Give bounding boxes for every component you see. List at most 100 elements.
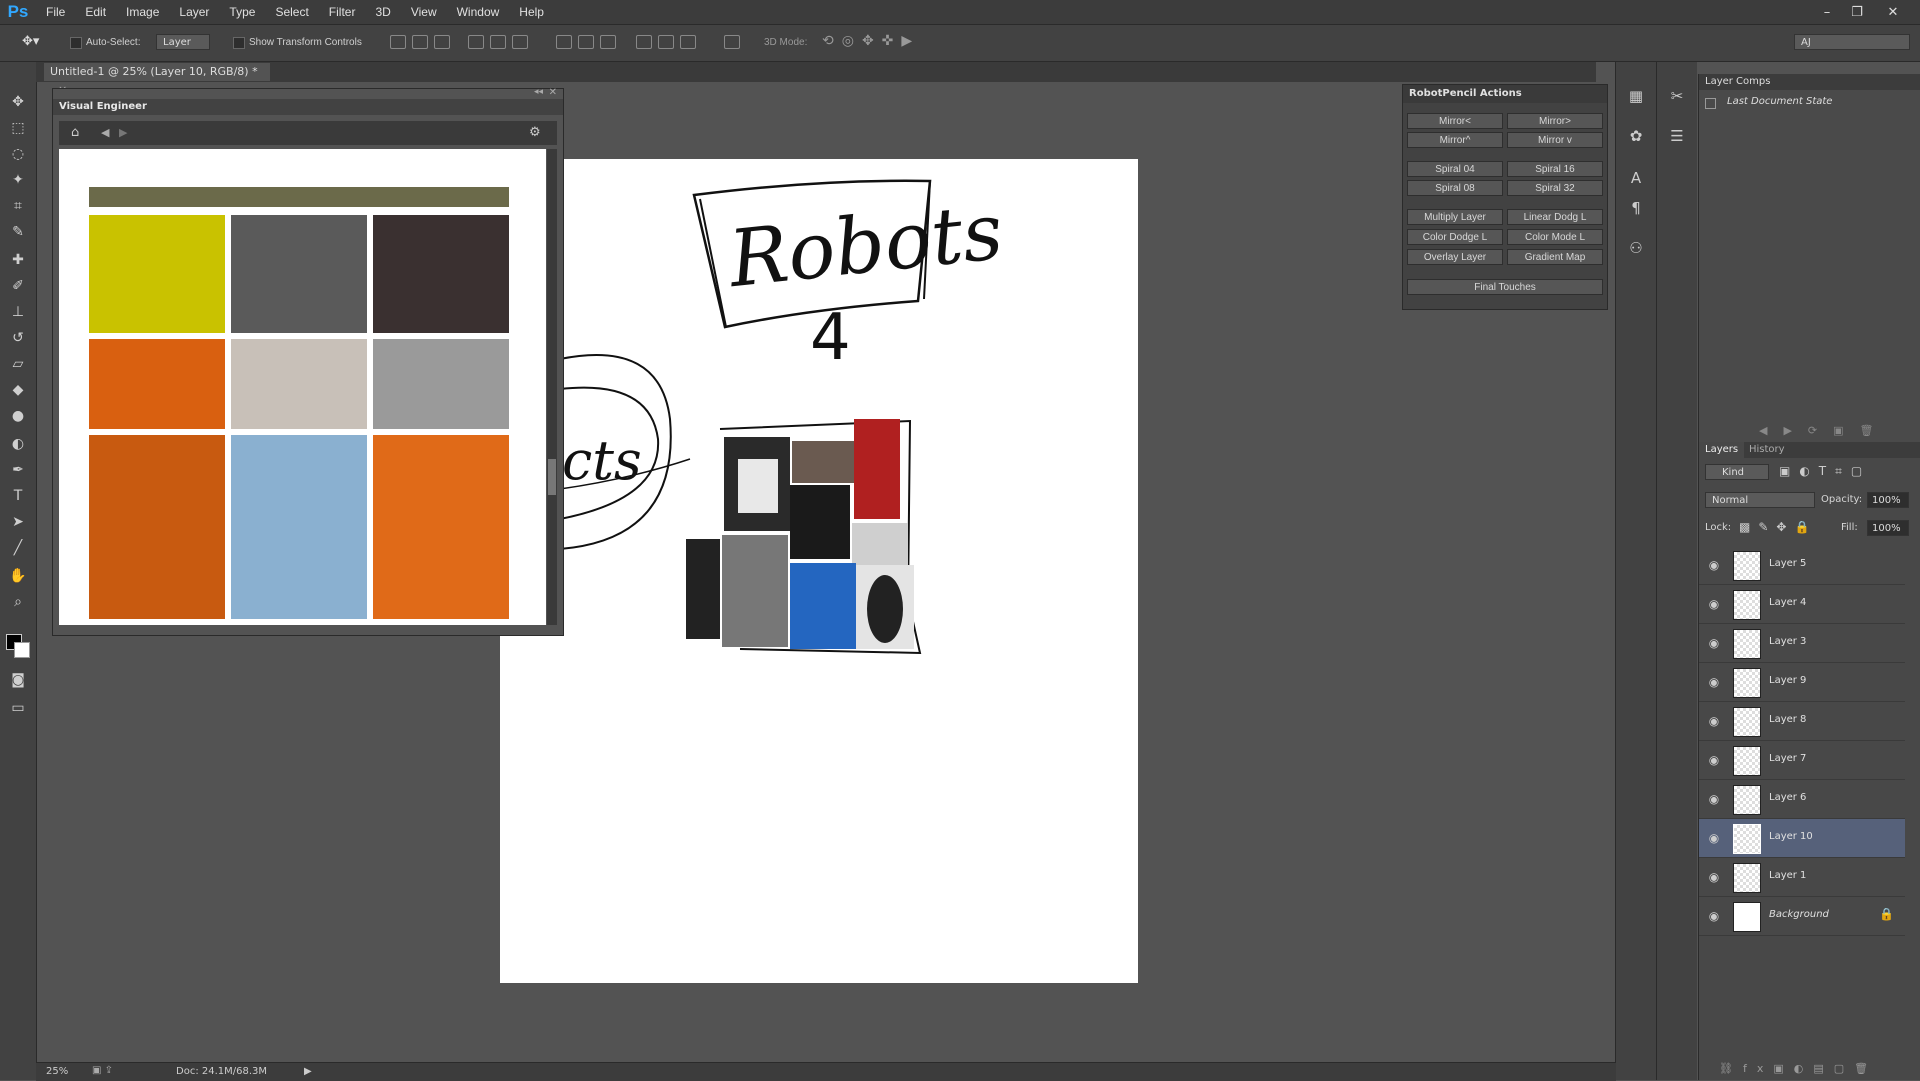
lasso-tool-icon[interactable]: ◌ (8, 144, 28, 164)
layer-row[interactable]: ◉ Layer 5 (1699, 546, 1905, 585)
last-document-state[interactable]: Last Document State (1727, 96, 1832, 107)
layer-row[interactable]: ◉ Layer 8 (1699, 702, 1905, 741)
layer-filter-icons[interactable]: ▣◐T⌗▢ (1779, 464, 1871, 479)
action-mirror-down-button[interactable]: Mirror v (1507, 132, 1603, 148)
close-panel-icon[interactable]: ✕ (549, 87, 557, 98)
action-linear-dodge-button[interactable]: Linear Dodg L (1507, 209, 1603, 225)
workspace-dropdown[interactable]: AJ (1794, 34, 1910, 50)
distribute-bottom-icon[interactable] (600, 35, 616, 49)
layer-row[interactable]: ◉ Layer 7 (1699, 741, 1905, 780)
paint-bucket-icon[interactable]: ◆ (8, 380, 28, 400)
restore-button[interactable]: ❐ (1842, 0, 1872, 24)
adjustments-icon[interactable]: ☰ (1667, 126, 1687, 146)
marquee-tool-icon[interactable]: ⬚ (8, 118, 28, 138)
gallery-image[interactable] (89, 339, 225, 429)
lock-icons[interactable]: ▩✎✥🔒 (1739, 520, 1817, 534)
magic-wand-icon[interactable]: ✦ (8, 170, 28, 190)
layer-row[interactable]: ◉ Layer 4 (1699, 585, 1905, 624)
move-tool-icon[interactable]: ✥▾ (22, 34, 39, 49)
history-brush-icon[interactable]: ↺ (8, 328, 28, 348)
gallery-scrollbar[interactable] (547, 149, 557, 625)
gallery-image[interactable] (373, 339, 509, 429)
action-spiral-04-button[interactable]: Spiral 04 (1407, 161, 1503, 177)
action-mirror-up-button[interactable]: Mirror^ (1407, 132, 1503, 148)
status-menu-arrow-icon[interactable]: ▶ (304, 1066, 312, 1077)
menu-3d[interactable]: 3D (365, 5, 400, 19)
align-left-icon[interactable] (468, 35, 484, 49)
layer-row[interactable]: ◉ Layer 9 (1699, 663, 1905, 702)
action-spiral-08-button[interactable]: Spiral 08 (1407, 180, 1503, 196)
document-tab[interactable]: Untitled-1 @ 25% (Layer 10, RGB/8) * × (44, 63, 270, 96)
type-tool-icon[interactable]: T (8, 486, 28, 506)
visibility-eye-icon[interactable]: ◉ (1705, 751, 1723, 769)
clone-stamp-icon[interactable]: ⊥ (8, 302, 28, 322)
tab-layers[interactable]: Layers (1699, 442, 1745, 458)
layer-comp-checkbox[interactable] (1705, 98, 1716, 109)
gallery-image[interactable] (231, 435, 367, 619)
gallery-image[interactable] (89, 435, 225, 619)
quick-mask-icon[interactable]: ◙ (8, 670, 28, 690)
fill-input[interactable]: 100% (1867, 520, 1909, 536)
background-color-swatch[interactable] (14, 642, 30, 658)
settings-icon[interactable]: ⚙ (529, 125, 541, 140)
blend-mode-dropdown[interactable]: Normal (1705, 492, 1815, 508)
collapse-panel-icon[interactable]: ◂◂ (534, 87, 543, 97)
show-transform-checkbox[interactable] (233, 37, 245, 49)
dodge-tool-icon[interactable]: ◐ (8, 434, 28, 454)
tools-icon[interactable]: ✂ (1667, 86, 1687, 106)
tool-presets-icon[interactable]: ⚇ (1626, 238, 1646, 258)
gallery-image[interactable] (231, 215, 367, 333)
eraser-icon[interactable]: ▱ (8, 354, 28, 374)
minimize-button[interactable]: – (1812, 0, 1842, 24)
action-overlay-layer-button[interactable]: Overlay Layer (1407, 249, 1503, 265)
menu-window[interactable]: Window (447, 5, 510, 19)
crop-tool-icon[interactable]: ⌗ (8, 196, 28, 216)
action-gradient-map-button[interactable]: Gradient Map (1507, 249, 1603, 265)
eyedropper-icon[interactable]: ✎ (8, 222, 28, 242)
action-final-touches-button[interactable]: Final Touches (1407, 279, 1603, 295)
layer-select-dropdown[interactable]: Layer (156, 34, 210, 50)
distribute-top-icon[interactable] (556, 35, 572, 49)
menu-layer[interactable]: Layer (169, 5, 219, 19)
auto-select-checkbox[interactable] (70, 37, 82, 49)
action-spiral-32-button[interactable]: Spiral 32 (1507, 180, 1603, 196)
layer-row-selected[interactable]: ◉ Layer 10 (1699, 819, 1905, 858)
distribute-hcenter-icon[interactable] (658, 35, 674, 49)
action-mirror-left-button[interactable]: Mirror< (1407, 113, 1503, 129)
align-vcenter-icon[interactable] (412, 35, 428, 49)
zoom-level[interactable]: 25% (46, 1066, 68, 1077)
layer-row[interactable]: ◉ Layer 1 (1699, 858, 1905, 897)
opacity-input[interactable]: 100% (1867, 492, 1909, 508)
hand-tool-icon[interactable]: ✋ (8, 566, 28, 586)
visibility-eye-icon[interactable]: ◉ (1705, 634, 1723, 652)
path-select-icon[interactable]: ➤ (8, 512, 28, 532)
healing-brush-icon[interactable]: ✚ (8, 250, 28, 270)
layer-row[interactable]: ◉ Background 🔒 (1699, 897, 1905, 936)
gallery-image[interactable] (89, 187, 509, 207)
brush-tool-icon[interactable]: ✐ (8, 276, 28, 296)
paragraph-icon[interactable]: ¶ (1626, 198, 1646, 218)
layer-row[interactable]: ◉ Layer 3 (1699, 624, 1905, 663)
align-right-icon[interactable] (512, 35, 528, 49)
layer-filter-dropdown[interactable]: Kind (1705, 464, 1769, 480)
document-canvas[interactable]: Robots 4 cts (500, 159, 1138, 983)
distribute-vcenter-icon[interactable] (578, 35, 594, 49)
align-bottom-icon[interactable] (434, 35, 450, 49)
visibility-eye-icon[interactable]: ◉ (1705, 673, 1723, 691)
menu-image[interactable]: Image (116, 5, 169, 19)
menu-edit[interactable]: Edit (75, 5, 116, 19)
back-icon[interactable]: ◀ (101, 126, 109, 139)
blur-tool-icon[interactable]: ● (8, 406, 28, 426)
image-gallery[interactable] (59, 149, 546, 625)
screen-mode-icon[interactable]: ▭ (8, 698, 28, 718)
status-icons[interactable]: ▣ ⇪ (92, 1065, 113, 1076)
visibility-eye-icon[interactable]: ◉ (1705, 556, 1723, 574)
zoom-tool-icon[interactable]: ⌕ (8, 592, 28, 612)
action-color-dodge-button[interactable]: Color Dodge L (1407, 229, 1503, 245)
forward-icon[interactable]: ▶ (119, 126, 127, 139)
menu-type[interactable]: Type (219, 5, 265, 19)
brush-presets-icon[interactable]: ✿ (1626, 126, 1646, 146)
distribute-right-icon[interactable] (680, 35, 696, 49)
gallery-image[interactable] (373, 215, 509, 333)
pen-tool-icon[interactable]: ✒ (8, 460, 28, 480)
